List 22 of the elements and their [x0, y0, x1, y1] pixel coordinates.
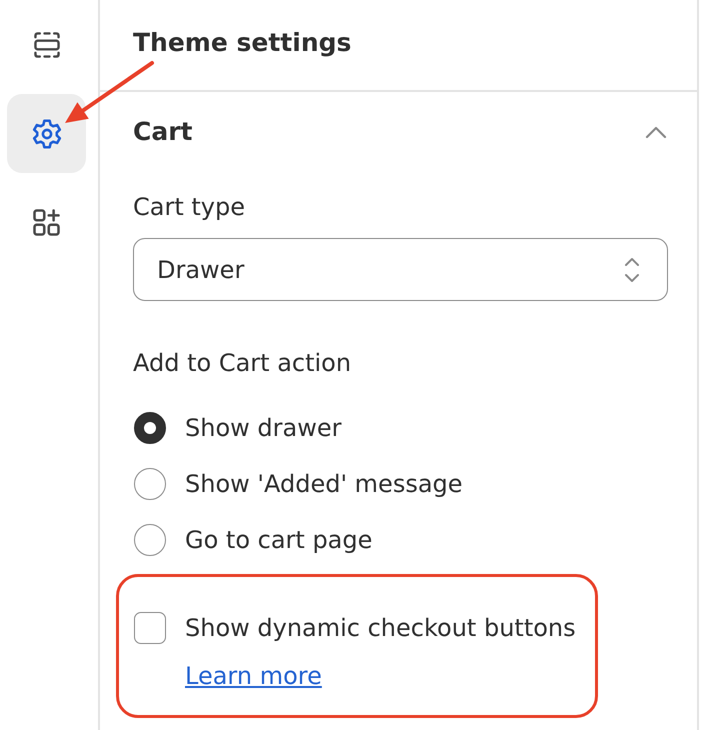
sidebar-tab[interactable] — [7, 94, 86, 173]
option-label: Show dynamic checkout buttons — [185, 613, 576, 643]
collapse-button[interactable] — [645, 126, 667, 138]
sections-icon — [34, 32, 60, 58]
settings-icon — [32, 118, 62, 148]
radio-button[interactable] — [134, 468, 166, 500]
checkbox[interactable] — [134, 612, 166, 644]
option-label: Show drawer — [185, 413, 342, 443]
option-label: Go to cart page — [185, 525, 372, 555]
radio-button[interactable] — [134, 524, 166, 556]
apps-add-icon — [33, 209, 60, 236]
radio-button[interactable] — [134, 412, 166, 444]
option-label: Show 'Added' message — [185, 469, 463, 499]
select-value: Drawer — [157, 254, 244, 284]
panel-title: Theme settings — [133, 27, 352, 59]
cart-type-select[interactable]: Drawer — [133, 238, 668, 301]
group-label: Add to Cart action — [133, 348, 352, 378]
section-title: Cart — [133, 116, 192, 148]
up-down-icon — [624, 256, 640, 282]
chevron-icon — [645, 126, 667, 138]
field-label: Cart type — [133, 192, 245, 222]
learn-more-link[interactable]: Learn more — [185, 661, 322, 691]
